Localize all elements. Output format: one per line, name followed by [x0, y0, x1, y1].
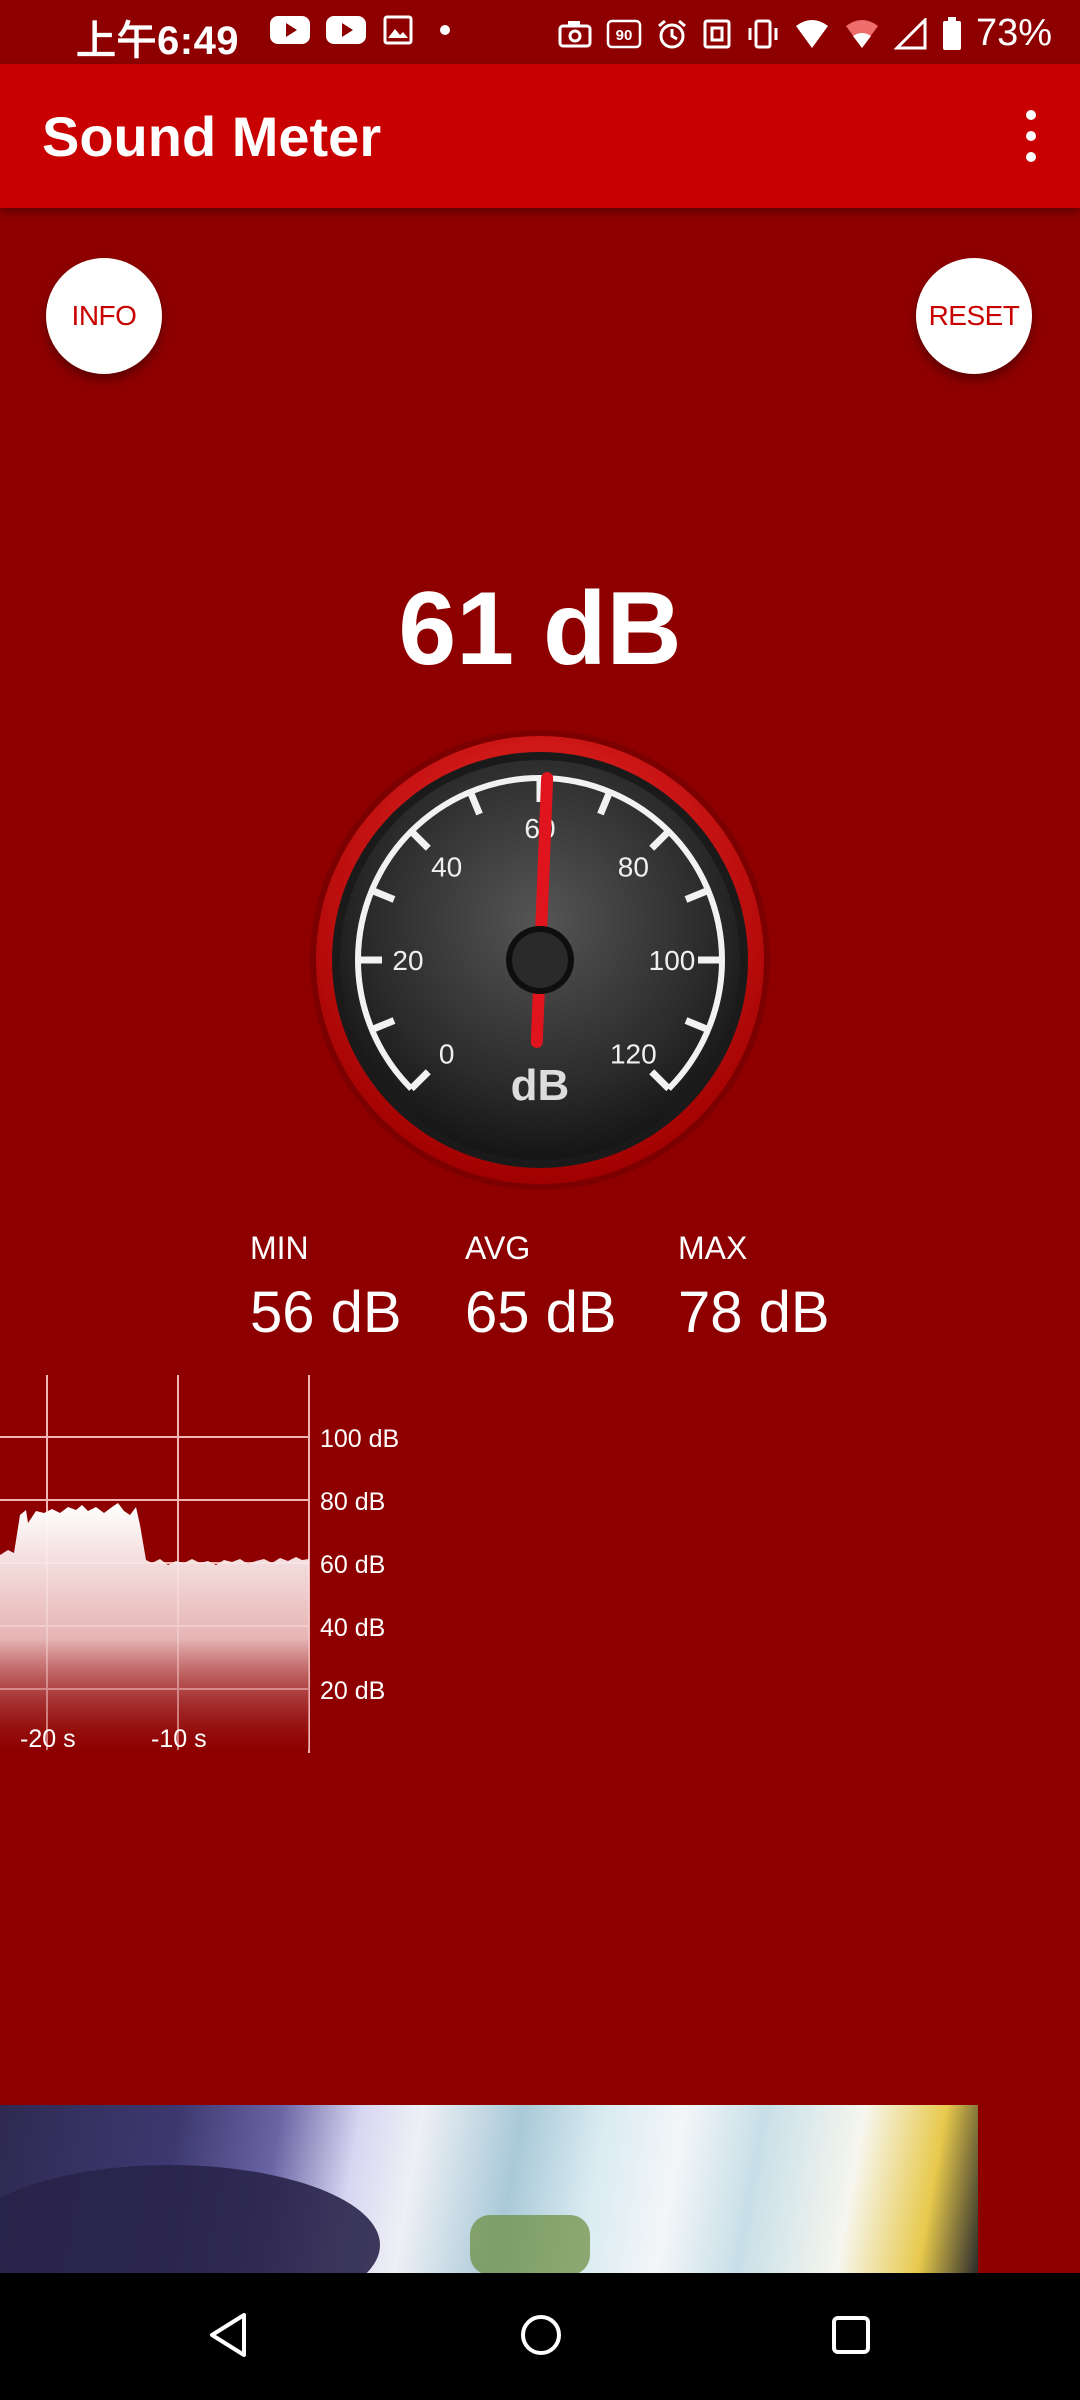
recents-icon[interactable] — [828, 2309, 874, 2361]
history-area — [0, 1503, 309, 1750]
battery-icon — [942, 16, 961, 50]
stat-min-label: MIN — [250, 1230, 309, 1266]
stat-avg-label: AVG — [465, 1230, 531, 1266]
ad-banner[interactable] — [0, 2105, 978, 2273]
history-chart: 100 dB 80 dB 60 dB 40 dB 20 dB -20 s -10… — [0, 1375, 399, 1753]
y-label: 20 dB — [320, 1677, 385, 1705]
stat-max-value: 78 dB — [678, 1280, 830, 1345]
gauge-hub-inner — [512, 932, 568, 988]
db-gauge: 020406080100120 dB — [310, 730, 770, 1190]
stat-max: MAX 78 dB — [678, 1230, 830, 1346]
app-title: Sound Meter — [42, 105, 382, 168]
y-label: 60 dB — [320, 1551, 385, 1579]
youtube-icon — [270, 16, 310, 44]
image-icon — [383, 15, 413, 45]
stat-max-label: MAX — [678, 1230, 748, 1266]
info-button[interactable]: INFO — [46, 258, 162, 374]
gauge-scale-label: 80 — [618, 852, 649, 883]
home-icon[interactable] — [518, 2309, 564, 2361]
wifi-icon — [845, 19, 878, 48]
y-label: 100 dB — [320, 1425, 399, 1453]
gauge-unit-label: dB — [511, 1061, 570, 1110]
gauge-scale-label: 40 — [431, 852, 462, 883]
stat-min: MIN 56 dB — [250, 1230, 402, 1346]
app-bar: Sound Meter — [0, 64, 1080, 208]
status-bar: 上午6:49 90 73% — [0, 0, 1080, 64]
nfc-icon — [703, 19, 731, 48]
youtube-icon — [326, 16, 366, 44]
gauge-scale-label: 20 — [392, 945, 423, 976]
current-db-reading: 61 dB — [398, 571, 682, 687]
status-icons-left — [270, 14, 460, 46]
signal-icon — [893, 17, 927, 49]
reset-button[interactable]: RESET — [916, 258, 1032, 374]
gauge-scale-label: 0 — [439, 1038, 455, 1069]
stat-min-value: 56 dB — [250, 1280, 402, 1345]
dot-icon — [440, 25, 450, 35]
status-time: 上午6:49 — [76, 19, 240, 63]
y-label: 80 dB — [320, 1488, 385, 1516]
overflow-menu-icon[interactable] — [1016, 110, 1046, 162]
camera-icon — [558, 20, 592, 47]
svg-text:90: 90 — [616, 27, 633, 44]
alarm-icon — [657, 19, 686, 48]
vibrate-icon — [748, 19, 778, 48]
x-label: -10 s — [151, 1725, 207, 1753]
gauge-scale-label: 100 — [649, 945, 696, 976]
status-icons-right: 90 73% — [558, 12, 1052, 55]
stat-avg-value: 65 dB — [465, 1280, 617, 1345]
x-label: -20 s — [20, 1725, 76, 1753]
90hz-icon: 90 — [606, 19, 642, 48]
battery-percent: 73% — [975, 12, 1052, 54]
navigation-bar — [0, 2273, 1080, 2400]
back-icon[interactable] — [204, 2309, 252, 2361]
stat-avg: AVG 65 dB — [465, 1230, 617, 1346]
wifi-icon — [795, 19, 828, 48]
gauge-scale-label: 120 — [610, 1038, 657, 1069]
y-label: 40 dB — [320, 1614, 385, 1642]
